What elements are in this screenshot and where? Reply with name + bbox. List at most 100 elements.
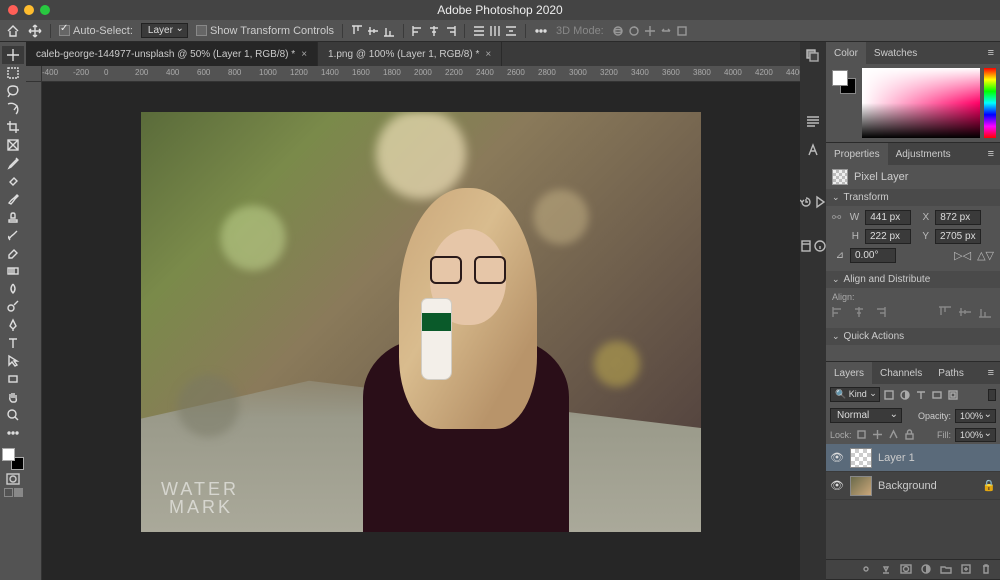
close-tab-icon[interactable]: ×: [301, 49, 307, 60]
align-left-icon[interactable]: [412, 25, 424, 37]
filter-adjust-icon[interactable]: [898, 388, 912, 402]
channels-tab[interactable]: Channels: [872, 362, 930, 384]
adjustment-layer-icon[interactable]: [920, 563, 934, 577]
stamp-tool[interactable]: [2, 208, 24, 226]
align-vcenter-icon[interactable]: [367, 25, 379, 37]
layer-style-icon[interactable]: [880, 563, 894, 577]
align-top-icon[interactable]: [938, 306, 954, 320]
3d-scale-icon[interactable]: [676, 25, 688, 37]
crop-tool[interactable]: [2, 118, 24, 136]
3d-roll-icon[interactable]: [628, 25, 640, 37]
canvas[interactable]: WATER MARK: [42, 82, 800, 580]
frame-tool[interactable]: [2, 136, 24, 154]
quick-actions-header[interactable]: Quick Actions: [826, 328, 1000, 345]
layer-mask-icon[interactable]: [900, 563, 914, 577]
align-left-icon[interactable]: [832, 306, 848, 320]
quick-select-tool[interactable]: [2, 100, 24, 118]
opacity-input[interactable]: 100%: [955, 409, 996, 423]
brush-tool[interactable]: [2, 190, 24, 208]
close-window[interactable]: [8, 5, 18, 15]
show-transform-checkbox[interactable]: Show Transform Controls: [196, 25, 334, 37]
paragraph-panel-icon[interactable]: [803, 112, 823, 132]
lock-artboard-icon[interactable]: [888, 429, 900, 441]
zoom-tool[interactable]: [2, 406, 24, 424]
link-layers-icon[interactable]: [860, 563, 874, 577]
angle-input[interactable]: [850, 248, 896, 263]
auto-select-mode-select[interactable]: Layer: [141, 23, 188, 38]
3d-pan-icon[interactable]: [644, 25, 656, 37]
document-tab[interactable]: caleb-george-144977-unsplash @ 50% (Laye…: [26, 42, 318, 66]
document-tab[interactable]: 1.png @ 100% (Layer 1, RGB/8) *×: [318, 42, 502, 66]
3d-orbit-icon[interactable]: [612, 25, 624, 37]
delete-layer-icon[interactable]: [980, 563, 994, 577]
move-tool-icon[interactable]: [28, 24, 42, 38]
color-panel-icon[interactable]: [803, 46, 823, 66]
filter-toggle[interactable]: [988, 389, 996, 401]
dist-top-icon[interactable]: [473, 25, 485, 37]
width-input[interactable]: [865, 210, 911, 225]
height-input[interactable]: [865, 229, 911, 244]
lock-all-icon[interactable]: [904, 429, 916, 441]
3d-slide-icon[interactable]: [660, 25, 672, 37]
toolbar-more-icon[interactable]: [2, 424, 24, 442]
group-icon[interactable]: [940, 563, 954, 577]
dist-h-icon[interactable]: [505, 25, 517, 37]
align-bottom-icon[interactable]: [978, 306, 994, 320]
layer-item[interactable]: 👁 Layer 1: [826, 444, 1000, 472]
link-wh-icon[interactable]: ⚯: [832, 211, 841, 224]
pen-tool[interactable]: [2, 316, 24, 334]
dist-v-icon[interactable]: [489, 25, 501, 37]
flip-v-icon[interactable]: △▽: [977, 249, 994, 262]
properties-tab[interactable]: Properties: [826, 143, 888, 165]
blend-mode-select[interactable]: Normal: [830, 408, 902, 423]
align-right-icon[interactable]: [872, 306, 888, 320]
color-tab[interactable]: Color: [826, 42, 866, 64]
fg-bg-color[interactable]: [2, 448, 24, 470]
home-icon[interactable]: [6, 24, 20, 38]
screen-mode-icon[interactable]: [4, 488, 23, 497]
filter-pixel-icon[interactable]: [882, 388, 896, 402]
align-right-icon[interactable]: [444, 25, 456, 37]
lasso-tool[interactable]: [2, 82, 24, 100]
artboard-tool[interactable]: [2, 64, 24, 82]
layer-name[interactable]: Background: [878, 480, 937, 492]
type-tool[interactable]: [2, 334, 24, 352]
more-options-icon[interactable]: [534, 25, 548, 37]
panel-menu-icon[interactable]: ≡: [982, 143, 1000, 165]
layers-tab[interactable]: Layers: [826, 362, 872, 384]
history-brush-tool[interactable]: [2, 226, 24, 244]
fill-input[interactable]: 100%: [955, 428, 996, 442]
auto-select-checkbox[interactable]: Auto-Select:: [59, 25, 133, 37]
close-tab-icon[interactable]: ×: [485, 49, 491, 60]
blur-tool[interactable]: [2, 280, 24, 298]
filter-smart-icon[interactable]: [946, 388, 960, 402]
transform-section-header[interactable]: Transform: [826, 189, 1000, 206]
character-panel-icon[interactable]: [803, 140, 823, 160]
new-layer-icon[interactable]: [960, 563, 974, 577]
info-panel-icon[interactable]: [814, 236, 826, 256]
align-bottom-icon[interactable]: [383, 25, 395, 37]
align-vcenter-icon[interactable]: [958, 306, 974, 320]
paths-tab[interactable]: Paths: [930, 362, 972, 384]
dodge-tool[interactable]: [2, 298, 24, 316]
rectangle-tool[interactable]: [2, 370, 24, 388]
align-hcenter-icon[interactable]: [852, 306, 868, 320]
adjustments-tab[interactable]: Adjustments: [888, 143, 959, 165]
align-top-icon[interactable]: [351, 25, 363, 37]
gradient-tool[interactable]: [2, 262, 24, 280]
filter-shape-icon[interactable]: [930, 388, 944, 402]
panel-menu-icon[interactable]: ≡: [982, 42, 1000, 64]
color-field[interactable]: [862, 68, 980, 138]
y-input[interactable]: [935, 229, 981, 244]
flip-h-icon[interactable]: ▷◁: [954, 249, 971, 262]
fg-color-swatch[interactable]: [832, 70, 848, 86]
eraser-tool[interactable]: [2, 244, 24, 262]
history-panel-icon[interactable]: [800, 192, 812, 212]
heal-tool[interactable]: [2, 172, 24, 190]
x-input[interactable]: [935, 210, 981, 225]
swatches-tab[interactable]: Swatches: [866, 42, 925, 64]
layer-thumbnail[interactable]: [850, 448, 872, 468]
eyedropper-tool[interactable]: [2, 154, 24, 172]
libraries-panel-icon[interactable]: [800, 236, 812, 256]
filter-kind-select[interactable]: 🔍 Kind: [830, 387, 880, 402]
